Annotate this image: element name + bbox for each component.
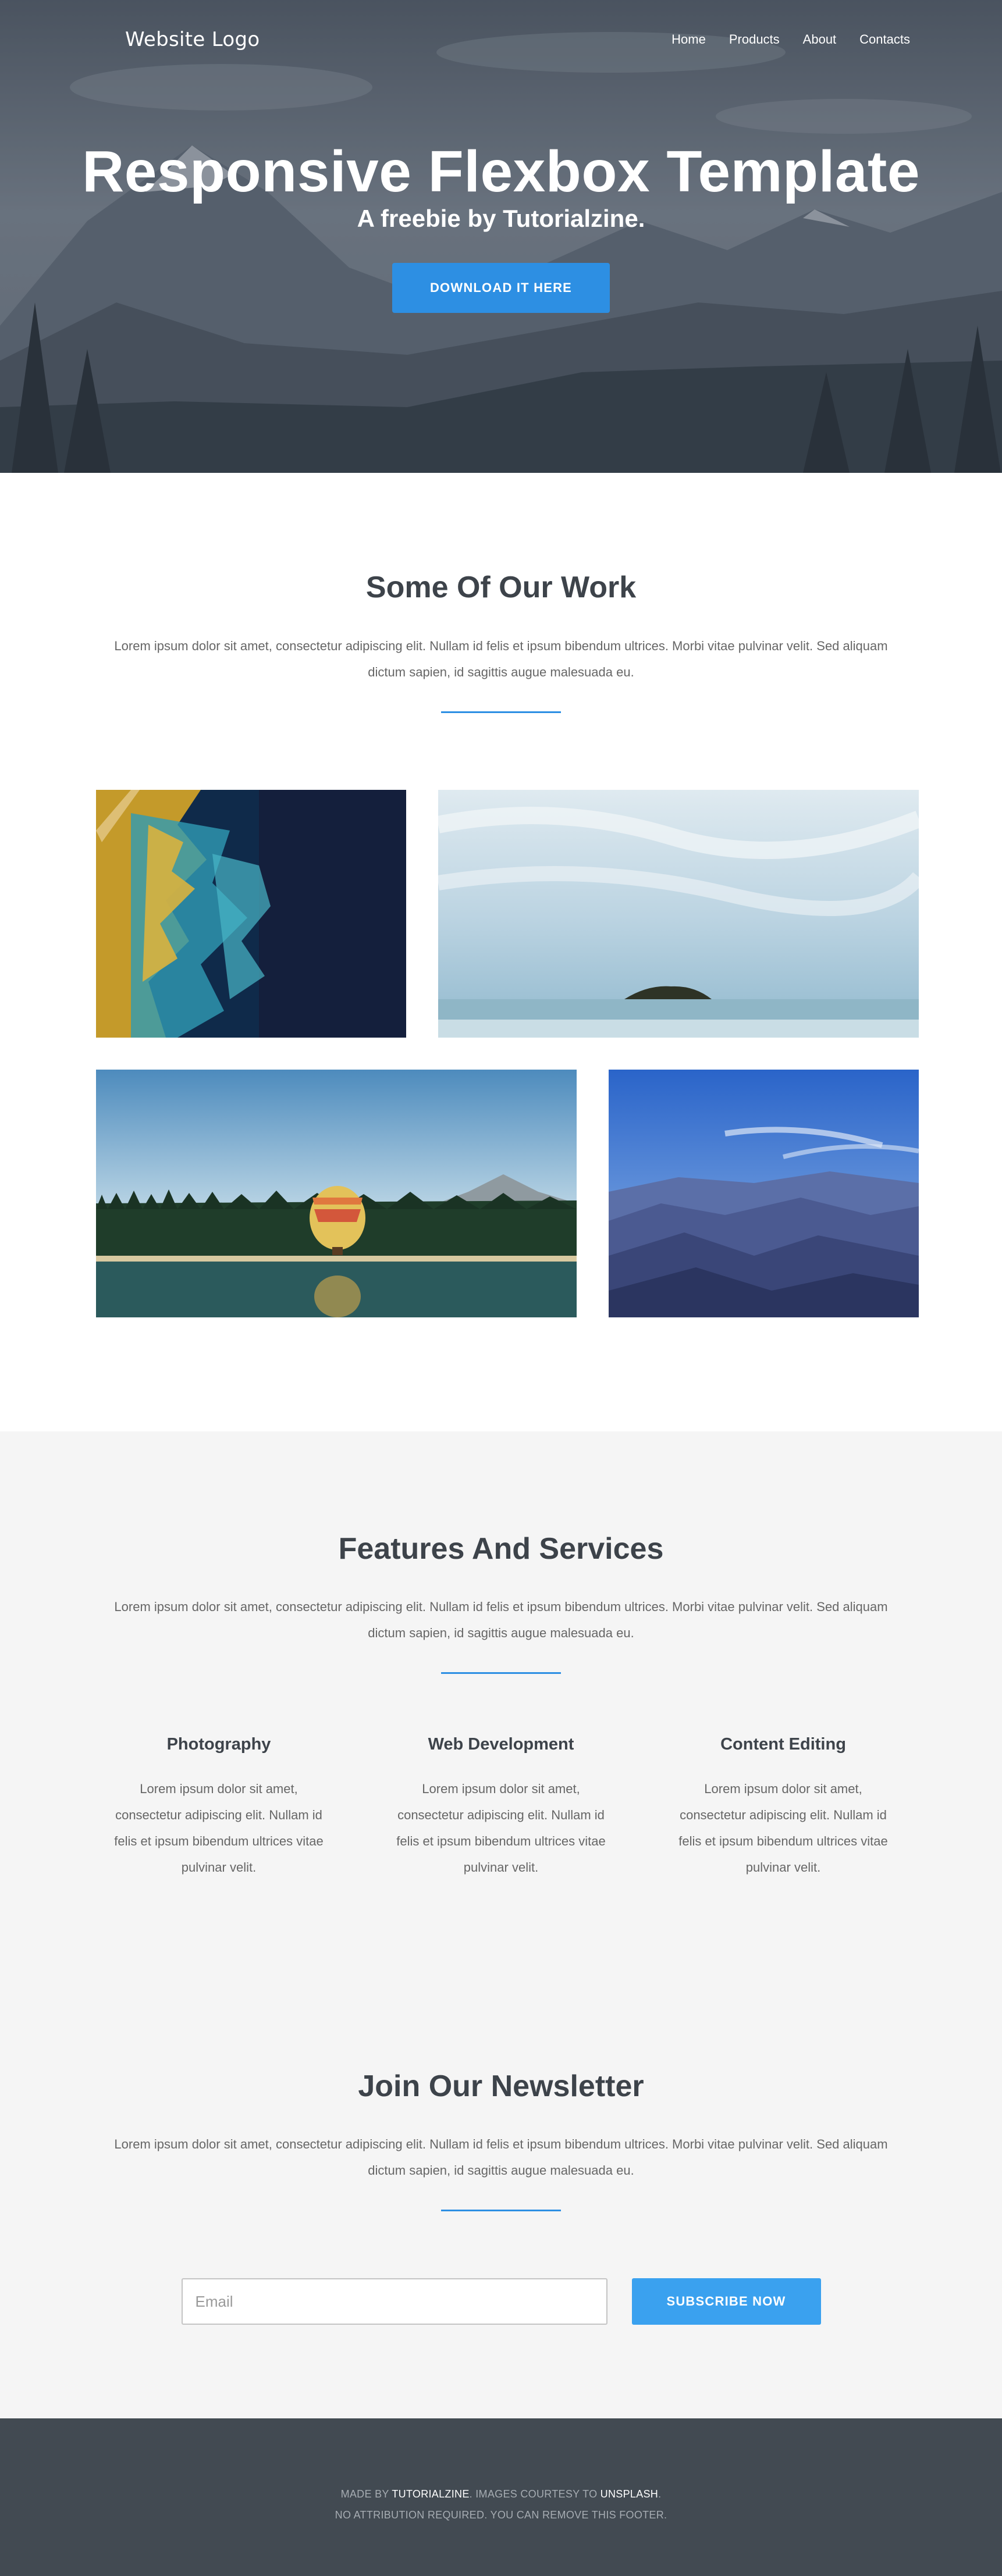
nav-item: About <box>789 27 846 52</box>
website-logo[interactable]: Website Logo <box>125 28 260 51</box>
newsletter-form: SUBSCRIBE NOW <box>0 2278 1002 2325</box>
hero-content: Responsive Flexbox Template A freebie by… <box>0 140 1002 313</box>
newsletter-description: Lorem ipsum dolor sit amet, consectetur … <box>114 2137 888 2178</box>
footer-images-text: . IMAGES COURTESY TO <box>469 2488 601 2500</box>
newsletter-section: Join Our Newsletter Lorem ipsum dolor si… <box>0 1971 1002 2325</box>
hero-subtitle: A freebie by Tutorialzine. <box>357 205 645 232</box>
nav-link-about[interactable]: About <box>794 27 846 52</box>
service-item-web-development: Web Development Lorem ipsum dolor sit am… <box>392 1735 610 1880</box>
service-text: Lorem ipsum dolor sit amet, consectetur … <box>396 1782 606 1875</box>
nav-link-contacts[interactable]: Contacts <box>850 27 919 52</box>
nav-item: Products <box>715 27 789 52</box>
service-title: Photography <box>166 1735 271 1754</box>
footer-unsplash-link[interactable]: UNSPLASH <box>601 2488 658 2500</box>
work-title: Some Of Our Work <box>365 571 637 604</box>
footer-line-1: MADE BY TUTORIALZINE. IMAGES COURTESY TO… <box>0 2484 1002 2504</box>
newsletter-title: Join Our Newsletter <box>358 2069 644 2103</box>
work-divider <box>441 711 561 713</box>
gallery <box>96 790 919 1317</box>
service-item-content-editing: Content Editing Lorem ipsum dolor sit am… <box>674 1735 893 1880</box>
newsletter-divider <box>441 2210 561 2211</box>
footer-made-by-text: MADE BY <box>340 2488 392 2500</box>
nav-menu: Home Products About Contacts <box>658 27 919 52</box>
footer: MADE BY TUTORIALZINE. IMAGES COURTESY TO… <box>0 2418 1002 2576</box>
features-section: Features And Services Lorem ipsum dolor … <box>0 1431 1002 1880</box>
footer-tutorialzine-link[interactable]: TUTORIALZINE <box>392 2488 469 2500</box>
footer-line-2: NO ATTRIBUTION REQUIRED. YOU CAN REMOVE … <box>335 2509 667 2521</box>
gallery-image-satellite-coast[interactable] <box>96 790 406 1038</box>
footer-period: . <box>658 2488 662 2500</box>
download-button[interactable]: DOWNLOAD IT HERE <box>392 263 610 313</box>
features-description: Lorem ipsum dolor sit amet, consectetur … <box>114 1599 888 1640</box>
service-text: Lorem ipsum dolor sit amet, consectetur … <box>678 1782 888 1875</box>
service-title: Content Editing <box>720 1735 846 1754</box>
page: Website Logo Home Products About Contact… <box>0 0 1002 2576</box>
email-input[interactable] <box>181 2278 607 2325</box>
nav-link-home[interactable]: Home <box>662 27 715 52</box>
features-divider <box>441 1672 561 1674</box>
nav-item: Contacts <box>845 27 919 52</box>
gallery-image-blue-mountains[interactable] <box>609 1070 919 1317</box>
gallery-image-island-sea[interactable] <box>438 790 919 1038</box>
hero: Website Logo Home Products About Contact… <box>0 0 1002 473</box>
gallery-image-balloon-lake[interactable] <box>96 1070 577 1317</box>
service-text: Lorem ipsum dolor sit amet, consectetur … <box>114 1782 324 1875</box>
service-title: Web Development <box>428 1735 574 1754</box>
hero-title: Responsive Flexbox Template <box>82 139 920 204</box>
work-description: Lorem ipsum dolor sit amet, consectetur … <box>114 639 888 679</box>
gallery-row <box>96 790 919 1038</box>
work-section: Some Of Our Work Lorem ipsum dolor sit a… <box>0 473 1002 1431</box>
top-nav: Website Logo Home Products About Contact… <box>0 0 1002 79</box>
services-list: Photography Lorem ipsum dolor sit amet, … <box>0 1735 1002 1880</box>
gallery-row <box>96 1070 919 1317</box>
features-title: Features And Services <box>338 1532 664 1566</box>
nav-link-products[interactable]: Products <box>720 27 789 52</box>
service-item-photography: Photography Lorem ipsum dolor sit amet, … <box>109 1735 328 1880</box>
subscribe-button[interactable]: SUBSCRIBE NOW <box>631 2278 821 2325</box>
nav-item: Home <box>658 27 715 52</box>
